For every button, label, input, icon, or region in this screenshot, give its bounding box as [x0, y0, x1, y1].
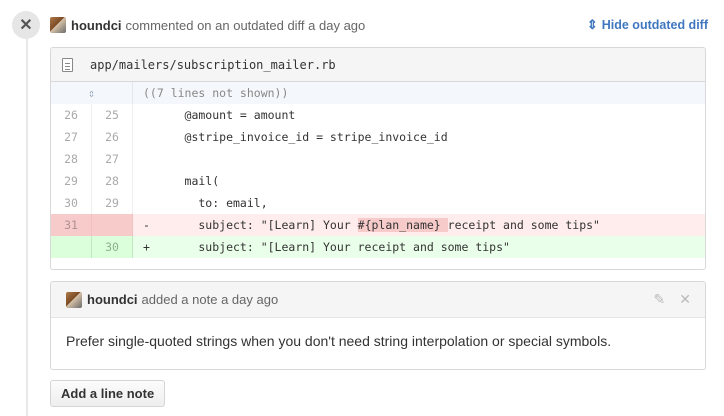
old-line-number[interactable]: 31	[51, 214, 92, 236]
diff-line[interactable]: 28 27	[51, 148, 705, 170]
code-text: to: email,	[143, 196, 268, 210]
old-line-number[interactable]: 30	[51, 192, 92, 214]
added-line[interactable]: 30 + subject: "[Learn] Your receipt and s…	[51, 236, 705, 258]
file-header: app/mailers/subscription_mailer.rb	[51, 48, 705, 82]
diff-container: app/mailers/subscription_mailer.rb ⇕ ((7…	[50, 47, 706, 270]
file-path[interactable]: app/mailers/subscription_mailer.rb	[90, 58, 336, 72]
note-actions: ✎ ✕	[640, 291, 691, 308]
diff-line[interactable]: 27 26 @stripe_invoice_id = stripe_invoice…	[51, 126, 705, 148]
diff-line[interactable]: 29 28 mail(	[51, 170, 705, 192]
line-note: houndci added a note a day ago ✎ ✕ Prefe…	[50, 281, 706, 370]
hunk-text: ((7 lines not shown))	[143, 86, 289, 100]
new-line-number[interactable]: 25	[92, 104, 133, 126]
note-header: houndci added a note a day ago ✎ ✕	[51, 282, 705, 318]
expand-diff-icon: ⇕	[586, 17, 598, 32]
new-line-number[interactable]: 27	[92, 148, 133, 170]
new-line-number[interactable]: 26	[92, 126, 133, 148]
close-icon[interactable]: ✕	[679, 291, 691, 308]
note-author[interactable]: houndci	[87, 292, 138, 307]
code-text: + subject: "[Learn] Your receipt and som…	[143, 240, 510, 254]
diff-line[interactable]: 30 29 to: email,	[51, 192, 705, 214]
code-text: mail(	[143, 174, 220, 188]
pencil-icon[interactable]: ✎	[654, 291, 666, 308]
old-line-number[interactable]: 26	[51, 104, 92, 126]
changed-text: #{plan_name}	[357, 218, 448, 232]
code-text: @amount = amount	[143, 108, 296, 122]
diff-line[interactable]: 26 25 @amount = amount	[51, 104, 705, 126]
code-text: @stripe_invoice_id = stripe_invoice_id	[143, 130, 448, 144]
note-body: Prefer single-quoted strings when you do…	[66, 333, 612, 349]
comment-action-text: commented on an outdated diff a day ago	[125, 17, 366, 33]
old-line-number[interactable]: 27	[51, 126, 92, 148]
avatar[interactable]	[50, 17, 66, 33]
new-line-number[interactable]: 29	[92, 192, 133, 214]
diff-hunk-row[interactable]: ⇕ ((7 lines not shown))	[51, 82, 705, 104]
new-line-number[interactable]: 28	[92, 170, 133, 192]
new-line-number[interactable]	[92, 214, 133, 236]
note-action-text: added a note a day ago	[141, 292, 279, 307]
old-line-number[interactable]: 28	[51, 148, 92, 170]
hide-outdated-diff-link[interactable]: ⇕ Hide outdated diff	[587, 17, 708, 33]
code-text: - subject: "[Learn] Your #{plan_name} re…	[143, 218, 600, 232]
avatar[interactable]	[66, 291, 82, 308]
close-icon[interactable]: ✕	[12, 11, 40, 39]
old-line-number[interactable]	[51, 236, 92, 258]
file-icon	[62, 57, 73, 72]
new-line-number[interactable]: 30	[92, 236, 133, 258]
timeline-line	[26, 36, 28, 416]
old-line-number[interactable]: 29	[51, 170, 92, 192]
expand-lines-icon[interactable]: ⇕	[51, 82, 133, 104]
diff-rows: 26 25 @amount = amount 27 26 @stripe_invoic…	[51, 104, 705, 258]
comment-author[interactable]: houndci	[71, 18, 122, 33]
hide-outdated-diff-label: Hide outdated diff	[601, 18, 708, 32]
comment-header: houndci commented on an outdated diff a …	[50, 15, 708, 35]
deleted-line[interactable]: 31 - subject: "[Learn] Your #{plan_name} …	[51, 214, 705, 236]
add-line-note-button[interactable]: Add a line note	[50, 380, 166, 407]
